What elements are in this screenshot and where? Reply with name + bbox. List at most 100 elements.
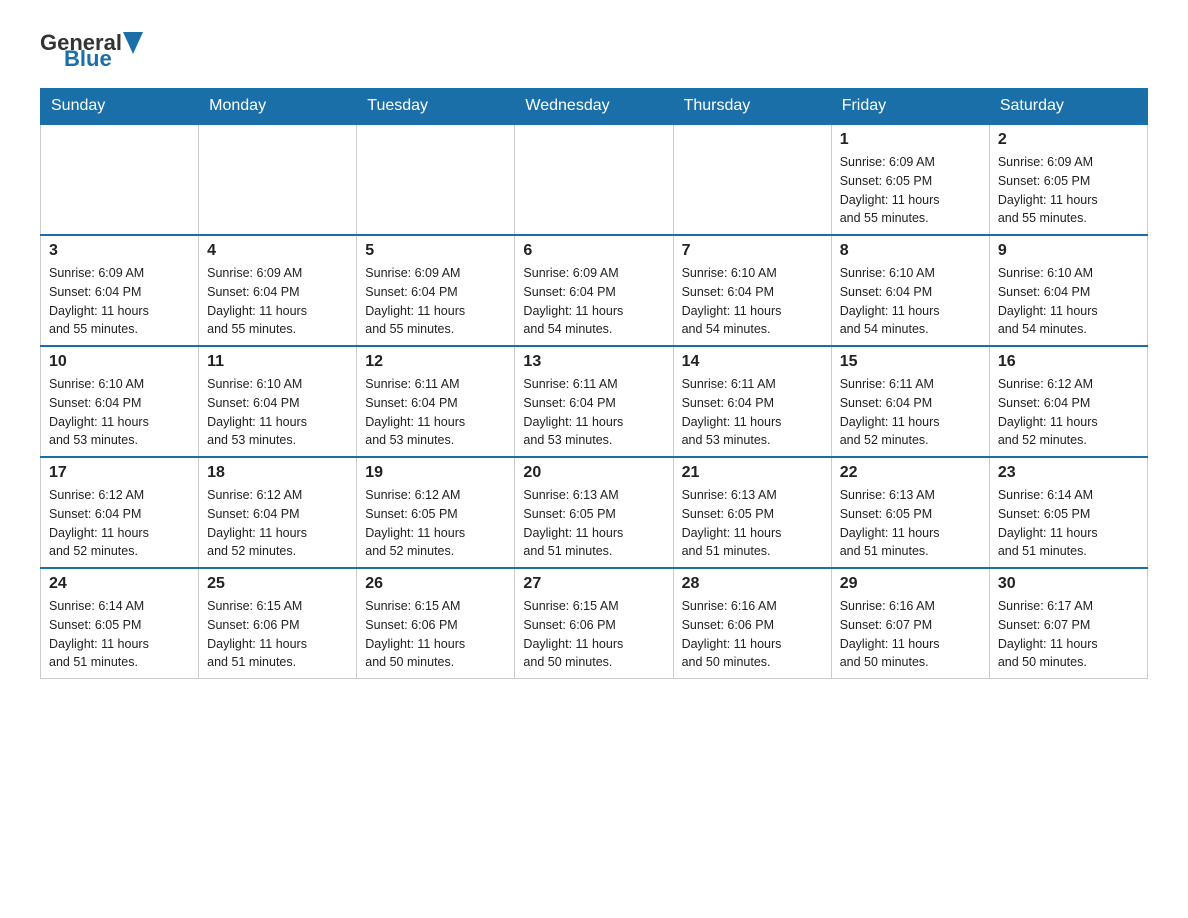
- day-info: Sunrise: 6:13 AMSunset: 6:05 PMDaylight:…: [523, 486, 664, 561]
- weekday-header: Thursday: [673, 89, 831, 125]
- calendar-cell: 5Sunrise: 6:09 AMSunset: 6:04 PMDaylight…: [357, 235, 515, 346]
- calendar-cell: 13 Sunrise: 6:11 AMSunset: 6:04 PMDayligh…: [515, 346, 673, 457]
- day-number: 20: [523, 464, 664, 482]
- day-info: Sunrise: 6:10 AMSunset: 6:04 PMDaylight:…: [682, 264, 823, 339]
- day-number: 25: [207, 575, 348, 593]
- day-info: Sunrise: 6:11 AMSunset: 6:04 PMDaylight:…: [523, 375, 664, 450]
- calendar-cell: 2 Sunrise: 6:09 AMSunset: 6:05 PMDaylight…: [989, 124, 1147, 235]
- day-number: 7: [682, 242, 823, 260]
- calendar-cell: 28Sunrise: 6:16 AMSunset: 6:06 PMDayligh…: [673, 568, 831, 679]
- calendar-week-row: 1 Sunrise: 6:09 AMSunset: 6:05 PMDaylight…: [41, 124, 1148, 235]
- calendar-cell: 29 Sunrise: 6:16 AMSunset: 6:07 PMDayligh…: [831, 568, 989, 679]
- logo-blue-text: Blue: [64, 46, 112, 72]
- day-number: 13: [523, 353, 664, 371]
- calendar-cell: 3Sunrise: 6:09 AMSunset: 6:04 PMDaylight…: [41, 235, 199, 346]
- day-info: Sunrise: 6:12 AMSunset: 6:04 PMDaylight:…: [998, 375, 1139, 450]
- day-info: Sunrise: 6:14 AMSunset: 6:05 PMDaylight:…: [998, 486, 1139, 561]
- calendar-cell: 6 Sunrise: 6:09 AMSunset: 6:04 PMDaylight…: [515, 235, 673, 346]
- calendar-cell: 11Sunrise: 6:10 AMSunset: 6:04 PMDayligh…: [199, 346, 357, 457]
- calendar-cell: [357, 124, 515, 235]
- calendar-cell: 12 Sunrise: 6:11 AMSunset: 6:04 PMDayligh…: [357, 346, 515, 457]
- day-number: 28: [682, 575, 823, 593]
- weekday-header: Saturday: [989, 89, 1147, 125]
- day-number: 21: [682, 464, 823, 482]
- day-info: Sunrise: 6:09 AMSunset: 6:04 PMDaylight:…: [523, 264, 664, 339]
- calendar-table: SundayMondayTuesdayWednesdayThursdayFrid…: [40, 88, 1148, 679]
- calendar-cell: 30 Sunrise: 6:17 AMSunset: 6:07 PMDayligh…: [989, 568, 1147, 679]
- day-number: 23: [998, 464, 1139, 482]
- day-number: 22: [840, 464, 981, 482]
- day-number: 14: [682, 353, 823, 371]
- calendar-cell: 16 Sunrise: 6:12 AMSunset: 6:04 PMDayligh…: [989, 346, 1147, 457]
- day-info: Sunrise: 6:15 AMSunset: 6:06 PMDaylight:…: [523, 597, 664, 672]
- day-info: Sunrise: 6:10 AMSunset: 6:04 PMDaylight:…: [207, 375, 348, 450]
- logo: General Blue: [40, 30, 144, 72]
- calendar-cell: 4 Sunrise: 6:09 AMSunset: 6:04 PMDaylight…: [199, 235, 357, 346]
- day-number: 26: [365, 575, 506, 593]
- day-info: Sunrise: 6:09 AMSunset: 6:05 PMDaylight:…: [998, 153, 1139, 228]
- calendar-cell: 18 Sunrise: 6:12 AMSunset: 6:04 PMDayligh…: [199, 457, 357, 568]
- calendar-cell: 25 Sunrise: 6:15 AMSunset: 6:06 PMDayligh…: [199, 568, 357, 679]
- day-number: 10: [49, 353, 190, 371]
- day-number: 12: [365, 353, 506, 371]
- day-number: 2: [998, 131, 1139, 149]
- calendar-cell: [673, 124, 831, 235]
- day-number: 5: [365, 242, 506, 260]
- calendar-cell: 26Sunrise: 6:15 AMSunset: 6:06 PMDayligh…: [357, 568, 515, 679]
- day-number: 8: [840, 242, 981, 260]
- day-number: 24: [49, 575, 190, 593]
- calendar-week-row: 17Sunrise: 6:12 AMSunset: 6:04 PMDayligh…: [41, 457, 1148, 568]
- day-info: Sunrise: 6:16 AMSunset: 6:07 PMDaylight:…: [840, 597, 981, 672]
- day-number: 30: [998, 575, 1139, 593]
- page-header: General Blue: [40, 30, 1148, 72]
- weekday-header: Monday: [199, 89, 357, 125]
- day-number: 19: [365, 464, 506, 482]
- day-info: Sunrise: 6:12 AMSunset: 6:04 PMDaylight:…: [207, 486, 348, 561]
- day-number: 16: [998, 353, 1139, 371]
- calendar-cell: 27 Sunrise: 6:15 AMSunset: 6:06 PMDayligh…: [515, 568, 673, 679]
- day-info: Sunrise: 6:13 AMSunset: 6:05 PMDaylight:…: [840, 486, 981, 561]
- day-info: Sunrise: 6:11 AMSunset: 6:04 PMDaylight:…: [682, 375, 823, 450]
- day-number: 27: [523, 575, 664, 593]
- calendar-week-row: 24 Sunrise: 6:14 AMSunset: 6:05 PMDayligh…: [41, 568, 1148, 679]
- day-info: Sunrise: 6:09 AMSunset: 6:05 PMDaylight:…: [840, 153, 981, 228]
- calendar-cell: 7 Sunrise: 6:10 AMSunset: 6:04 PMDaylight…: [673, 235, 831, 346]
- day-info: Sunrise: 6:13 AMSunset: 6:05 PMDaylight:…: [682, 486, 823, 561]
- day-info: Sunrise: 6:12 AMSunset: 6:04 PMDaylight:…: [49, 486, 190, 561]
- day-number: 15: [840, 353, 981, 371]
- calendar-cell: 14 Sunrise: 6:11 AMSunset: 6:04 PMDayligh…: [673, 346, 831, 457]
- calendar-week-row: 10 Sunrise: 6:10 AMSunset: 6:04 PMDayligh…: [41, 346, 1148, 457]
- calendar-cell: [199, 124, 357, 235]
- day-number: 18: [207, 464, 348, 482]
- calendar-cell: 22 Sunrise: 6:13 AMSunset: 6:05 PMDayligh…: [831, 457, 989, 568]
- day-info: Sunrise: 6:11 AMSunset: 6:04 PMDaylight:…: [365, 375, 506, 450]
- day-number: 4: [207, 242, 348, 260]
- calendar-week-row: 3Sunrise: 6:09 AMSunset: 6:04 PMDaylight…: [41, 235, 1148, 346]
- calendar-cell: 24 Sunrise: 6:14 AMSunset: 6:05 PMDayligh…: [41, 568, 199, 679]
- calendar-cell: [515, 124, 673, 235]
- day-info: Sunrise: 6:10 AMSunset: 6:04 PMDaylight:…: [840, 264, 981, 339]
- day-info: Sunrise: 6:15 AMSunset: 6:06 PMDaylight:…: [207, 597, 348, 672]
- day-info: Sunrise: 6:14 AMSunset: 6:05 PMDaylight:…: [49, 597, 190, 672]
- calendar-cell: [41, 124, 199, 235]
- day-number: 29: [840, 575, 981, 593]
- calendar-cell: 17Sunrise: 6:12 AMSunset: 6:04 PMDayligh…: [41, 457, 199, 568]
- day-info: Sunrise: 6:09 AMSunset: 6:04 PMDaylight:…: [207, 264, 348, 339]
- weekday-header: Wednesday: [515, 89, 673, 125]
- calendar-cell: 10Sunrise: 6:10 AMSunset: 6:04 PMDayligh…: [41, 346, 199, 457]
- calendar-cell: 23 Sunrise: 6:14 AMSunset: 6:05 PMDayligh…: [989, 457, 1147, 568]
- day-info: Sunrise: 6:09 AMSunset: 6:04 PMDaylight:…: [49, 264, 190, 339]
- weekday-header: Tuesday: [357, 89, 515, 125]
- calendar-cell: 8 Sunrise: 6:10 AMSunset: 6:04 PMDaylight…: [831, 235, 989, 346]
- weekday-header: Sunday: [41, 89, 199, 125]
- calendar-cell: 21 Sunrise: 6:13 AMSunset: 6:05 PMDayligh…: [673, 457, 831, 568]
- day-number: 9: [998, 242, 1139, 260]
- calendar-header-row: SundayMondayTuesdayWednesdayThursdayFrid…: [41, 89, 1148, 125]
- day-info: Sunrise: 6:17 AMSunset: 6:07 PMDaylight:…: [998, 597, 1139, 672]
- day-number: 6: [523, 242, 664, 260]
- day-number: 1: [840, 131, 981, 149]
- calendar-cell: 20 Sunrise: 6:13 AMSunset: 6:05 PMDayligh…: [515, 457, 673, 568]
- calendar-cell: 19 Sunrise: 6:12 AMSunset: 6:05 PMDayligh…: [357, 457, 515, 568]
- day-info: Sunrise: 6:12 AMSunset: 6:05 PMDaylight:…: [365, 486, 506, 561]
- calendar-cell: 9Sunrise: 6:10 AMSunset: 6:04 PMDaylight…: [989, 235, 1147, 346]
